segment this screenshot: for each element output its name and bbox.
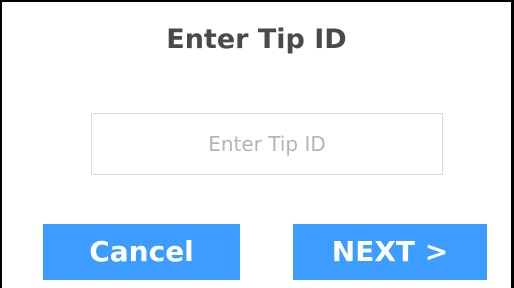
dialog-title: Enter Tip ID [166,24,347,55]
enter-tip-id-dialog: Enter Tip ID Cancel NEXT > [0,0,514,288]
next-button[interactable]: NEXT > [293,224,487,280]
tip-id-input[interactable] [91,113,443,175]
cancel-button[interactable]: Cancel [43,224,240,280]
